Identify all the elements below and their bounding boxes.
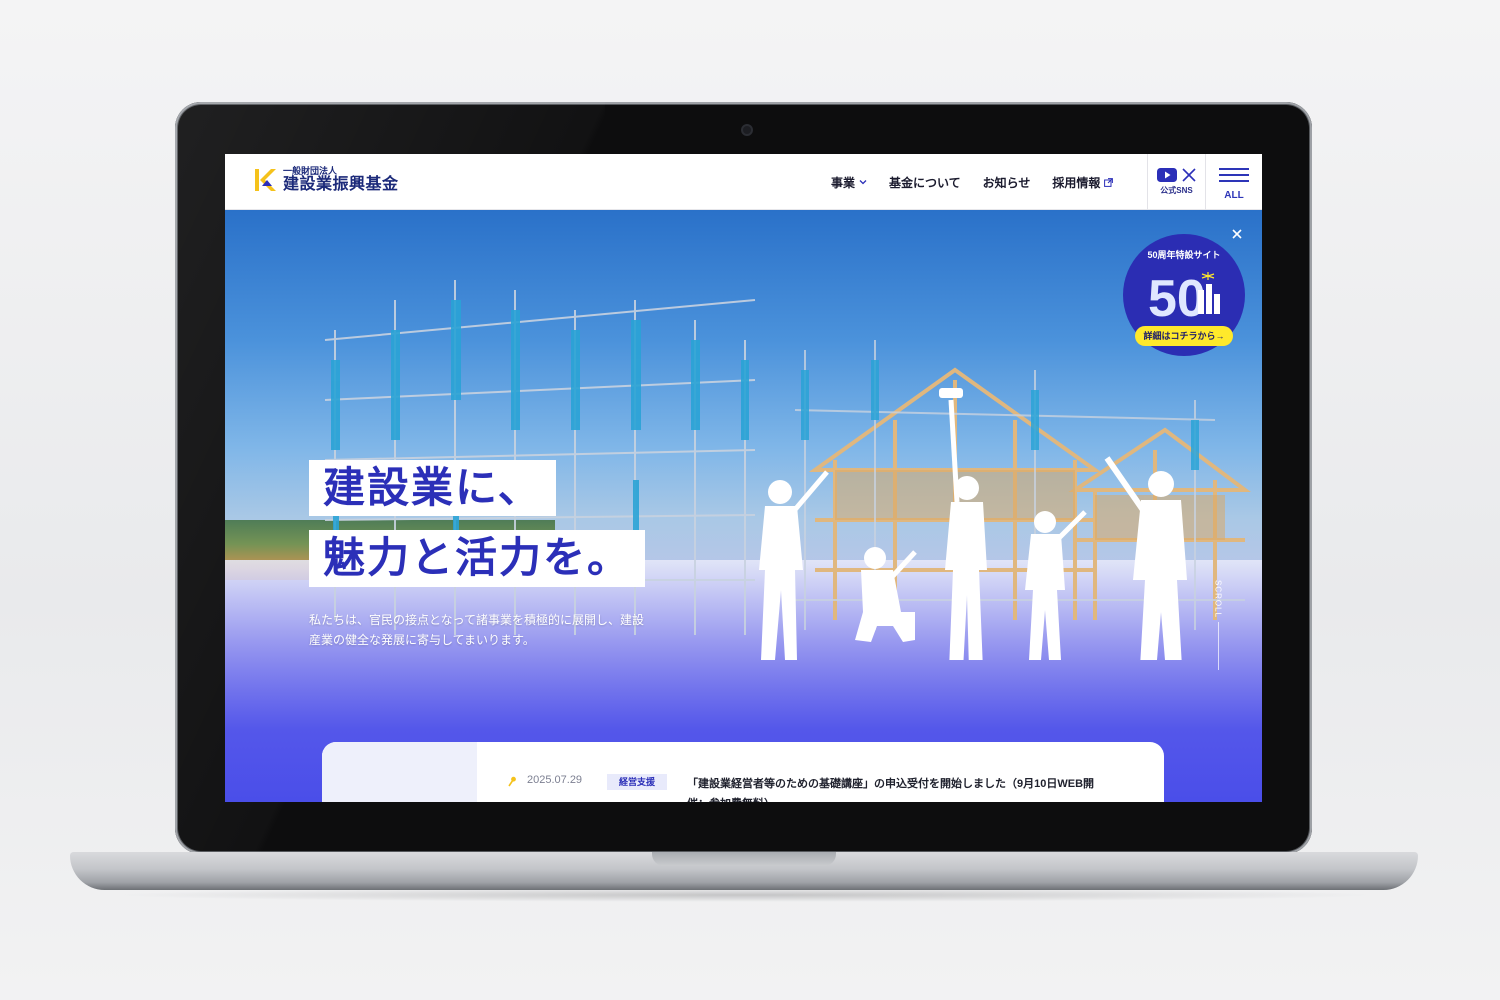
camera (741, 124, 753, 136)
nav-item-about[interactable]: 基金について (889, 174, 961, 191)
anniversary-50-logo-icon: 50 (1148, 270, 1220, 320)
logo-sub-text: 一般財団法人 (283, 166, 338, 176)
close-icon[interactable] (1231, 228, 1243, 240)
menu-button[interactable]: ALL (1205, 154, 1262, 210)
base-notch (652, 852, 836, 866)
base-shadow (110, 888, 1380, 902)
external-link-icon (1104, 177, 1114, 187)
hero: 建設業に、 魅力と活力を。 私たちは、官民の接点となって諸事業を積極的に展開し、… (225, 210, 1262, 802)
global-nav: 事業 基金について お知らせ 採用情報 (831, 154, 1114, 210)
scroll-label: SCROLL (1213, 580, 1223, 619)
sns-label: 公式SNS (1160, 186, 1193, 195)
nav-item-recruit[interactable]: 採用情報 (1052, 174, 1114, 191)
anniversary-badge[interactable]: 50周年特設サイト 50 詳細はコチラから→ (1123, 234, 1245, 356)
menu-label: ALL (1224, 189, 1244, 201)
logo-mark-icon (255, 169, 276, 191)
nav-item-business[interactable]: 事業 (831, 174, 867, 191)
screen: 一般財団法人 建設業振興基金 事業 基金について お知らせ 採用情報 公式SNS… (225, 154, 1262, 802)
news-category-badge: 経営支援 (607, 774, 668, 790)
news-title[interactable]: 「建設業経営者等のための基礎講座」の申込受付を開始しました（9月10日WEB開催… (687, 774, 1107, 802)
headline-line-1: 建設業に、 (309, 460, 556, 517)
badge-detail-button[interactable]: 詳細はコチラから→ (1135, 326, 1233, 346)
pin-icon (508, 776, 516, 787)
site-header: 一般財団法人 建設業振興基金 事業 基金について お知らせ 採用情報 公式SNS… (225, 154, 1262, 210)
svg-text:50: 50 (1148, 270, 1206, 320)
nav-item-label: 採用情報 (1052, 175, 1101, 190)
youtube-icon[interactable] (1157, 168, 1177, 182)
hero-construction-image (324, 280, 1251, 660)
x-icon[interactable] (1182, 168, 1196, 182)
news-item[interactable]: 2025.07.29 経営支援 「建設業経営者等のための基礎講座」の申込受付を開… (507, 774, 1107, 802)
nav-item-label: お知らせ (982, 175, 1031, 190)
scroll-indicator[interactable]: SCROLL (1211, 580, 1225, 670)
nav-item-label: 事業 (831, 175, 856, 190)
scroll-line (1217, 622, 1219, 670)
news-card-side (322, 742, 477, 802)
badge-title: 50周年特設サイト (1147, 250, 1221, 260)
chevron-down-icon (859, 180, 867, 185)
hamburger-icon (1219, 164, 1249, 186)
logo-main-text: 建設業振興基金 (283, 176, 399, 193)
site-logo[interactable]: 一般財団法人 建設業振興基金 (253, 166, 399, 194)
news-date: 2025.07.29 (527, 774, 583, 786)
nav-item-label: 基金について (889, 175, 961, 190)
sns-links: 公式SNS (1147, 154, 1205, 210)
headline-line-2: 魅力と活力を。 (309, 530, 646, 587)
hero-lead: 私たちは、官民の接点となって諸事業を積極的に展開し、建設産業の健全な発展に寄与し… (309, 613, 645, 647)
hero-headline: 建設業に、 魅力と活力を。 (309, 460, 646, 587)
nav-item-news[interactable]: お知らせ (983, 174, 1031, 191)
news-card: 2025.07.29 経営支援 「建設業経営者等のための基礎講座」の申込受付を開… (322, 742, 1164, 802)
